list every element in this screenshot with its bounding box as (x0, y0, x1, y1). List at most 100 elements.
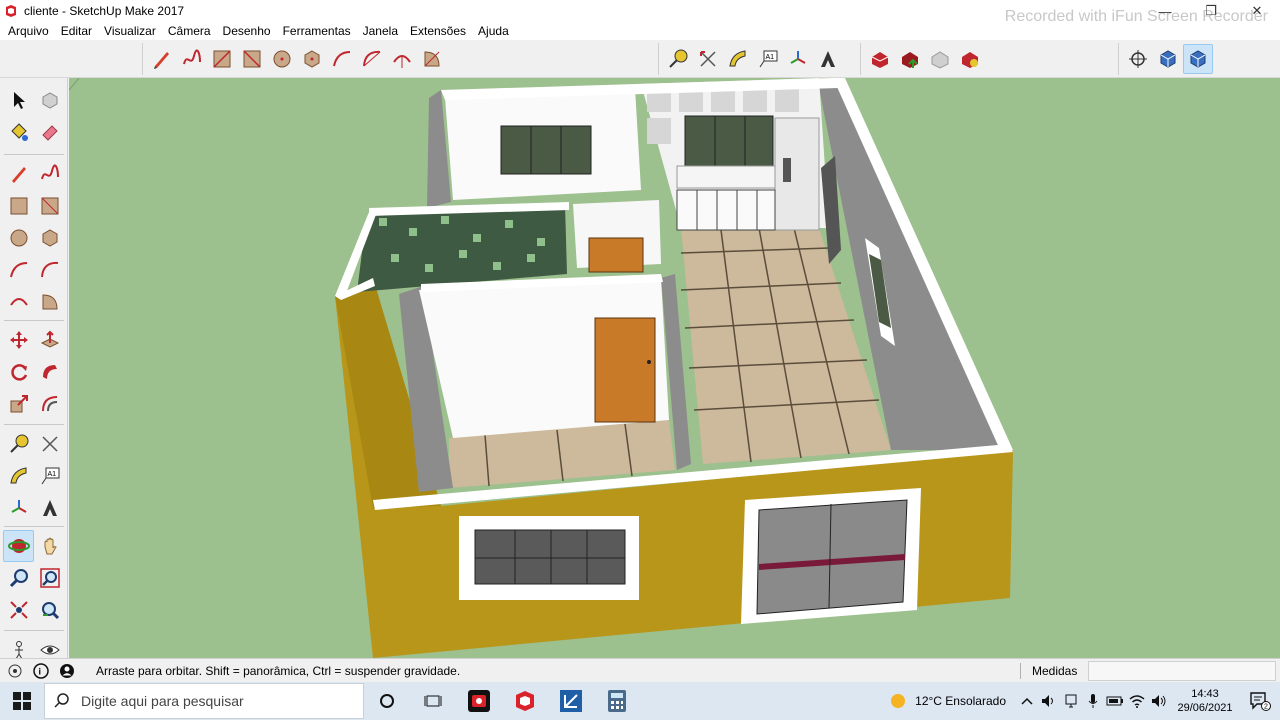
freehand-left-button[interactable] (34, 158, 65, 190)
circle-tool-button[interactable] (267, 44, 297, 74)
speaker-icon[interactable] (1038, 682, 1060, 720)
weather-widget[interactable]: 12°C Ensolarado (889, 692, 1006, 710)
toolbar-separator (4, 154, 64, 155)
taskbar-search[interactable] (44, 683, 364, 719)
select-tool-button[interactable] (3, 84, 34, 116)
wifi-icon[interactable] (1126, 682, 1148, 720)
sketchup-app[interactable] (502, 682, 548, 720)
pie-left-button[interactable] (34, 286, 65, 318)
menu-arquivo[interactable]: Arquivo (2, 24, 55, 38)
share-component-button[interactable] (925, 44, 955, 74)
rotated-rectangle-left-button[interactable] (34, 190, 65, 222)
position-camera-button[interactable] (1123, 44, 1153, 74)
text-label-glyph: A1 (47, 471, 56, 478)
start-button[interactable] (0, 682, 44, 720)
rectangle-tool-button[interactable] (207, 44, 237, 74)
3d-warehouse-button[interactable] (865, 44, 895, 74)
protractor-left-button[interactable] (3, 460, 34, 492)
move-tool-button[interactable] (3, 324, 34, 356)
polygon-left-button[interactable] (34, 222, 65, 254)
dimension-icon (41, 436, 58, 452)
share-model-button[interactable] (895, 44, 925, 74)
microphone-icon[interactable] (1082, 682, 1104, 720)
zoom-window-icon (39, 568, 60, 588)
pie-tool-button[interactable] (417, 44, 447, 74)
extension-warehouse-button[interactable] (955, 44, 985, 74)
tape-measure-button[interactable] (663, 44, 693, 74)
menu-extensoes[interactable]: Extensões (404, 24, 472, 38)
zoom-tool-button[interactable] (3, 562, 34, 594)
text-left-button[interactable]: A1 (34, 460, 65, 492)
protractor-button[interactable] (723, 44, 753, 74)
push-pull-button[interactable] (34, 324, 65, 356)
two-point-arc-icon (40, 261, 58, 278)
pan-tool-button[interactable] (34, 530, 65, 562)
three-point-arc-button[interactable] (387, 44, 417, 74)
menu-ajuda[interactable]: Ajuda (472, 24, 515, 38)
credits-icon[interactable]: i (30, 660, 52, 682)
make-component-button[interactable] (34, 84, 65, 116)
screen-recorder-app[interactable] (456, 682, 502, 720)
menu-janela[interactable]: Janela (357, 24, 404, 38)
arc-left-button[interactable] (3, 254, 34, 286)
orbit-tool-button[interactable] (3, 530, 34, 562)
notification-center-button[interactable]: 2 (1240, 682, 1280, 720)
calculator-app[interactable] (594, 682, 640, 720)
dimension-left-button[interactable] (34, 428, 65, 460)
task-view-button[interactable] (364, 682, 410, 720)
battery-icon[interactable] (1104, 682, 1126, 720)
line-tool-left-button[interactable] (3, 158, 34, 190)
menu-visualizar[interactable]: Visualizar (98, 24, 162, 38)
chevron-up-icon[interactable] (1016, 682, 1038, 720)
dimension-button[interactable] (693, 44, 723, 74)
previous-view-button[interactable] (34, 594, 65, 626)
three-point-arc-left-button[interactable] (3, 286, 34, 318)
clock-date: 29/06/2021 (1177, 702, 1233, 714)
geo-location-icon[interactable] (4, 660, 26, 682)
axes-icon (11, 500, 26, 513)
line-tool-button[interactable] (147, 44, 177, 74)
scale-tool-button[interactable] (3, 388, 34, 420)
tape-measure-left-button[interactable] (3, 428, 34, 460)
polygon-tool-button[interactable] (297, 44, 327, 74)
follow-me-button[interactable] (34, 356, 65, 388)
minimize-button[interactable]: — (1142, 0, 1188, 22)
offset-tool-button[interactable] (34, 388, 65, 420)
timeline-icon (424, 695, 442, 707)
user-account-icon[interactable] (56, 660, 78, 682)
menu-camera[interactable]: Câmera (162, 24, 217, 38)
3d-text-left-button[interactable] (34, 492, 65, 524)
model-viewport[interactable] (69, 78, 1280, 658)
freehand-tool-button[interactable] (177, 44, 207, 74)
volume-icon[interactable] (1148, 682, 1170, 720)
search-input[interactable] (81, 693, 351, 709)
component-view-button[interactable] (1183, 44, 1213, 74)
axes-left-button[interactable] (3, 492, 34, 524)
rotated-rectangle-button[interactable] (237, 44, 267, 74)
circle-left-button[interactable] (3, 222, 34, 254)
3d-text-button[interactable] (813, 44, 843, 74)
close-button[interactable]: ✕ (1234, 0, 1280, 22)
two-point-arc-button[interactable] (357, 44, 387, 74)
paint-bucket-button[interactable] (3, 116, 34, 148)
eraser-button[interactable] (34, 116, 65, 148)
two-point-arc-left-button[interactable] (34, 254, 65, 286)
display-icon[interactable] (1060, 682, 1082, 720)
restore-button[interactable]: ❐ (1188, 0, 1234, 22)
iso-view-button[interactable] (1153, 44, 1183, 74)
design-app[interactable] (548, 682, 594, 720)
text-tool-button[interactable]: A1 (753, 44, 783, 74)
menu-ferramentas[interactable]: Ferramentas (277, 24, 357, 38)
menu-desenho[interactable]: Desenho (217, 24, 277, 38)
zoom-window-button[interactable] (34, 562, 65, 594)
timeline-button[interactable] (410, 682, 456, 720)
arc-tool-button[interactable] (327, 44, 357, 74)
rectangle-left-button[interactable] (3, 190, 34, 222)
measurements-input[interactable] (1088, 661, 1276, 681)
taskbar-clock[interactable]: 14:43 29/06/2021 (1170, 687, 1240, 715)
zoom-extents-button[interactable] (3, 594, 34, 626)
axes-tool-button[interactable] (783, 44, 813, 74)
menu-editar[interactable]: Editar (55, 24, 98, 38)
rotate-tool-button[interactable] (3, 356, 34, 388)
calculator-icon (608, 690, 626, 712)
